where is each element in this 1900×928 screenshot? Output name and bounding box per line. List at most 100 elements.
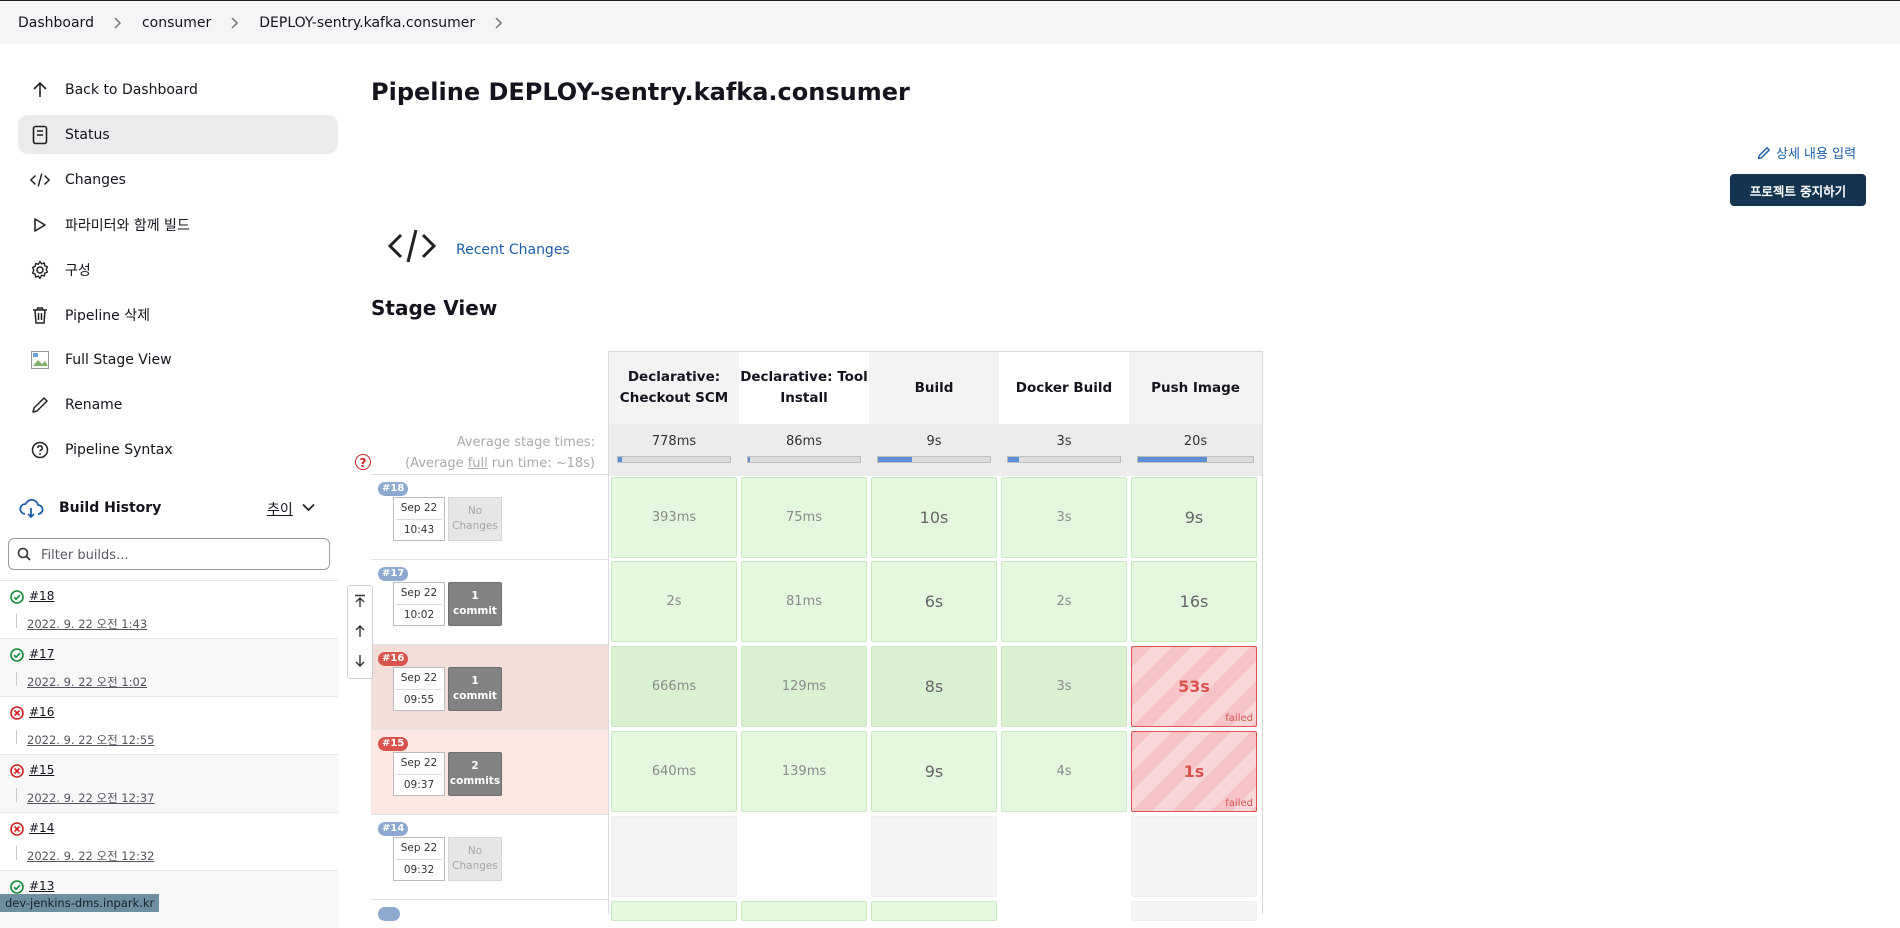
run-changes[interactable]: 1 commit [448,582,502,626]
sidebar-item-configure[interactable]: 구성 [18,250,338,289]
breadcrumb-job[interactable]: DEPLOY-sentry.kafka.consumer [259,15,475,31]
sidebar-item-rename[interactable]: Rename [18,385,338,424]
stage-cell[interactable]: 9s [871,731,997,812]
average-stage-times-text: Average stage times: [456,435,595,450]
breadcrumb-dashboard[interactable]: Dashboard [18,15,94,31]
build-number-link[interactable]: #14 [29,821,54,835]
page-title: Pipeline DEPLOY-sentry.kafka.consumer [371,78,910,106]
filter-builds-input[interactable] [39,543,323,567]
build-history-list: #18 2022. 9. 22 오전 1:43 #17 2022. 9. 22 … [0,580,338,928]
stage-cell[interactable]: 6s [871,561,997,642]
stage-cell [741,816,867,897]
build-date-link[interactable]: 2022. 9. 22 오전 12:55 [27,732,154,748]
stage-cell[interactable]: 666ms [611,646,737,727]
stage-average-time: 3s [1056,434,1072,449]
breadcrumb: Dashboard consumer DEPLOY-sentry.kafka.c… [18,1,523,45]
stage-cell[interactable]: 9s [1131,477,1257,558]
stage-cell-failed[interactable]: 1s failed [1131,731,1257,812]
run-date-box: Sep 22 09:55 [393,667,445,711]
stage-view-table: Declarative: Checkout SCM Declarative: T… [608,351,1263,921]
stage-cell[interactable]: 3s [1001,646,1127,727]
failed-status-icon [10,706,24,720]
arrow-up-icon [30,80,50,100]
scroll-down-icon[interactable] [353,654,367,668]
stage-cell[interactable]: 2s [611,561,737,642]
stage-duration: 1s [1183,762,1205,781]
stage-cell[interactable]: 129ms [741,646,867,727]
build-number-link[interactable]: #13 [29,879,54,893]
sidebar-item-changes[interactable]: Changes [18,160,338,199]
build-number-link[interactable]: #18 [29,589,54,603]
run-number-badge[interactable]: #14 [378,822,409,836]
play-icon [30,215,50,235]
build-number-link[interactable]: #16 [29,705,54,719]
sidebar-item-status[interactable]: Status [18,115,338,154]
build-number-link[interactable]: #17 [29,647,54,661]
stage-cell[interactable]: 81ms [741,561,867,642]
sidebar-item-delete-pipeline[interactable]: Pipeline 삭제 [18,295,338,334]
build-number-link[interactable]: #15 [29,763,54,777]
run-time: 10:02 [403,609,435,621]
chevron-right-icon[interactable] [493,17,505,29]
stage-cell[interactable]: 75ms [741,477,867,558]
run-number-badge[interactable]: #17 [378,567,409,581]
stage-average: 20s [1129,424,1262,476]
stage-header: Docker Build [999,352,1129,424]
recent-changes-link[interactable]: Recent Changes [456,242,570,258]
stage-cell[interactable]: 2s [1001,561,1127,642]
build-date-link[interactable]: 2022. 9. 22 오전 12:37 [27,790,154,806]
stage-cell[interactable]: 139ms [741,731,867,812]
build-date-link[interactable]: 2022. 9. 22 오전 12:32 [27,848,154,864]
sidebar-item-label: Rename [65,396,123,413]
sidebar-item-back-to-dashboard[interactable]: Back to Dashboard [18,70,338,109]
run-time: 09:32 [403,864,435,876]
stage-average-fill [878,457,912,462]
run-row: #15 Sep 22 09:37 2 commits [371,729,608,814]
run-number-badge[interactable]: #18 [378,482,409,496]
scroll-to-top-icon[interactable] [353,594,367,608]
stage-cell[interactable]: 16s [1131,561,1257,642]
divider [16,730,17,744]
help-icon[interactable]: ? [355,454,371,470]
run-changes: No Changes [448,497,502,541]
chevron-down-icon[interactable] [302,503,315,512]
divider [396,689,442,690]
sidebar-item-pipeline-syntax[interactable]: Pipeline Syntax [18,430,338,469]
run-row: #16 Sep 22 09:55 1 commit [371,644,608,729]
run-number-badge[interactable] [378,907,400,921]
sidebar-item-label: Status [65,126,110,143]
sidebar-item-full-stage-view[interactable]: Full Stage View [18,340,338,379]
failed-status-icon [10,764,24,778]
edit-description-link[interactable]: 상세 내용 입력 [1757,143,1856,162]
run-number-badge[interactable]: #15 [378,737,409,751]
stage-cell[interactable]: 393ms [611,477,737,558]
run-changes[interactable]: 1 commit [448,667,502,711]
build-date-link[interactable]: 2022. 9. 22 오전 1:02 [27,674,147,690]
document-icon [30,125,50,145]
run-changes[interactable]: 2 commits [448,752,502,796]
filter-builds-field [8,538,330,570]
stage-cell[interactable] [611,901,737,921]
run-date: Sep 22 [400,502,438,514]
disable-project-button[interactable]: 프로젝트 중지하기 [1730,174,1866,206]
average-stage-times-label: Average stage times: (Average full run t… [405,432,595,474]
sidebar-item-build-with-parameters[interactable]: 파라미터와 함께 빌드 [18,205,338,244]
run-row: #17 Sep 22 10:02 1 commit [371,559,608,644]
stage-cell[interactable] [741,901,867,921]
build-date-link[interactable]: 2022. 9. 22 오전 1:43 [27,616,147,632]
breadcrumb-consumer[interactable]: consumer [142,15,211,31]
stage-cell[interactable]: 10s [871,477,997,558]
sidebar-item-label: Changes [65,171,126,188]
stage-cell-failed[interactable]: 53s failed [1131,646,1257,727]
stage-cell[interactable]: 8s [871,646,997,727]
run-number-badge[interactable]: #16 [378,652,409,666]
build-trend-link[interactable]: 추이 [267,499,293,519]
stage-average-time: 778ms [651,434,697,449]
stage-cell[interactable] [871,901,997,921]
stage-cell[interactable]: 4s [1001,731,1127,812]
stage-average-fill [748,457,751,462]
stage-cell[interactable]: 3s [1001,477,1127,558]
stage-average-bar [877,456,991,463]
scroll-up-icon[interactable] [353,624,367,638]
stage-cell[interactable]: 640ms [611,731,737,812]
